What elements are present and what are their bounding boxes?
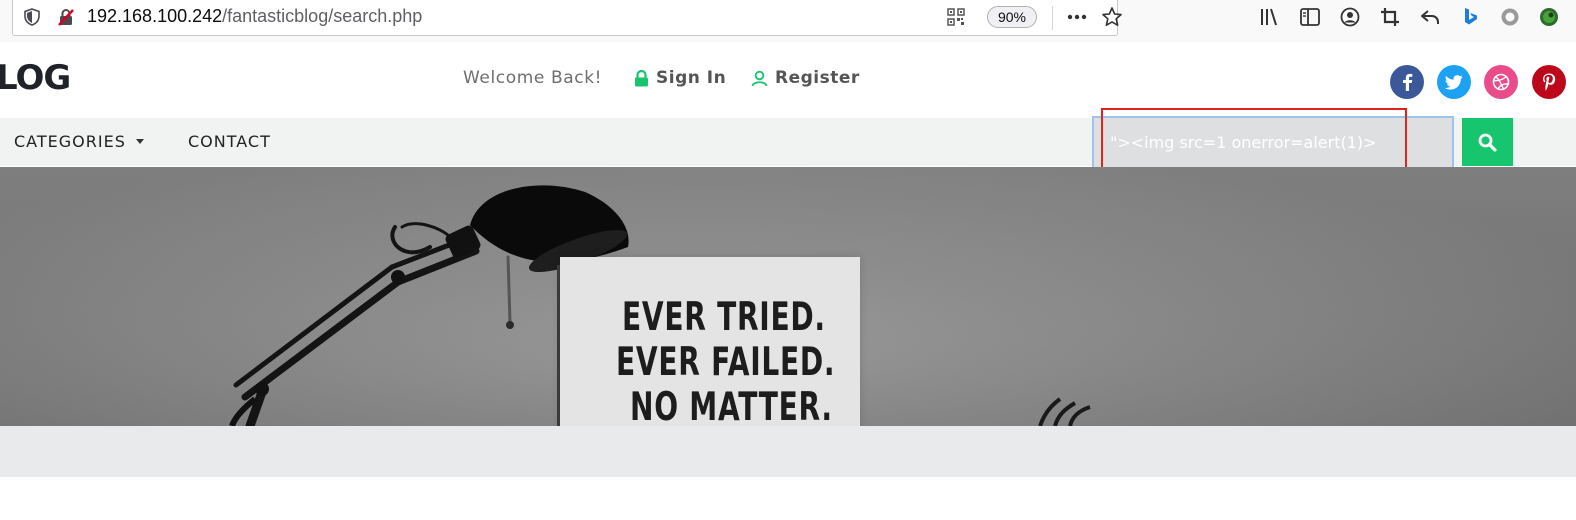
page-actions-more-icon[interactable] xyxy=(1066,8,1088,26)
quote-poster: EVER TRIED. EVER FAILED. NO MATTER. xyxy=(560,257,860,426)
register-label: Register xyxy=(775,68,860,88)
nav-categories-label: CATEGORIES xyxy=(14,132,126,151)
lamp-cord xyxy=(557,265,560,426)
twitter-button[interactable] xyxy=(1437,65,1471,99)
site-logo[interactable]: LOG xyxy=(0,58,71,98)
user-icon xyxy=(751,70,768,86)
plant-silhouette xyxy=(1038,397,1091,426)
library-icon[interactable] xyxy=(1259,6,1281,28)
url-text[interactable]: 192.168.100.242/fantasticblog/search.php xyxy=(87,6,422,27)
hero-image: EVER TRIED. EVER FAILED. NO MATTER. xyxy=(0,167,1576,426)
facebook-icon xyxy=(1403,73,1413,91)
sign-in-link[interactable]: Sign In xyxy=(634,68,726,88)
browser-toolbar: 192.168.100.242/fantasticblog/search.php… xyxy=(0,0,1576,42)
caret-down-icon xyxy=(135,139,144,144)
nav-contact[interactable]: CONTACT xyxy=(188,132,271,151)
account-icon[interactable] xyxy=(1339,6,1361,28)
lock-icon xyxy=(635,69,648,86)
dribbble-icon xyxy=(1492,73,1510,91)
pinterest-icon xyxy=(1543,73,1556,91)
url-divider xyxy=(1052,6,1053,30)
extension-green-icon[interactable] xyxy=(1538,6,1560,28)
sign-in-label: Sign In xyxy=(656,68,727,88)
poster-line-2: EVER FAILED. xyxy=(616,340,836,385)
bing-icon[interactable] xyxy=(1459,6,1481,28)
url-path: /fantasticblog/search.php xyxy=(222,6,423,26)
nav-contact-label: CONTACT xyxy=(188,132,271,151)
content-band xyxy=(0,426,1576,477)
dribbble-button[interactable] xyxy=(1484,65,1518,99)
nav-categories[interactable]: CATEGORIES xyxy=(14,132,144,151)
search-button[interactable] xyxy=(1462,118,1513,166)
insecure-lock-icon[interactable] xyxy=(56,7,76,27)
poster-line-1: EVER TRIED. xyxy=(622,295,826,340)
back-arrow-icon[interactable] xyxy=(1419,6,1441,28)
search-icon xyxy=(1478,133,1497,152)
zoom-level-badge[interactable]: 90% xyxy=(987,6,1037,28)
facebook-button[interactable] xyxy=(1390,65,1424,99)
poster-line-3: NO MATTER. xyxy=(630,385,833,426)
crop-screenshot-icon[interactable] xyxy=(1379,6,1401,28)
search-input[interactable] xyxy=(1092,116,1454,169)
address-bar[interactable]: 192.168.100.242/fantasticblog/search.php… xyxy=(12,0,1122,36)
twitter-icon xyxy=(1445,74,1463,90)
pinterest-button[interactable] xyxy=(1532,65,1566,99)
extension-circle-icon[interactable] xyxy=(1499,6,1521,28)
qr-code-icon[interactable] xyxy=(947,8,965,26)
bookmark-star-icon[interactable] xyxy=(1101,6,1123,28)
sidebar-toggle-icon[interactable] xyxy=(1299,6,1321,28)
url-host: 192.168.100.242 xyxy=(87,6,223,26)
tracking-shield-icon[interactable] xyxy=(23,8,41,26)
register-link[interactable]: Register xyxy=(751,68,860,88)
welcome-text: Welcome Back! xyxy=(463,68,603,88)
